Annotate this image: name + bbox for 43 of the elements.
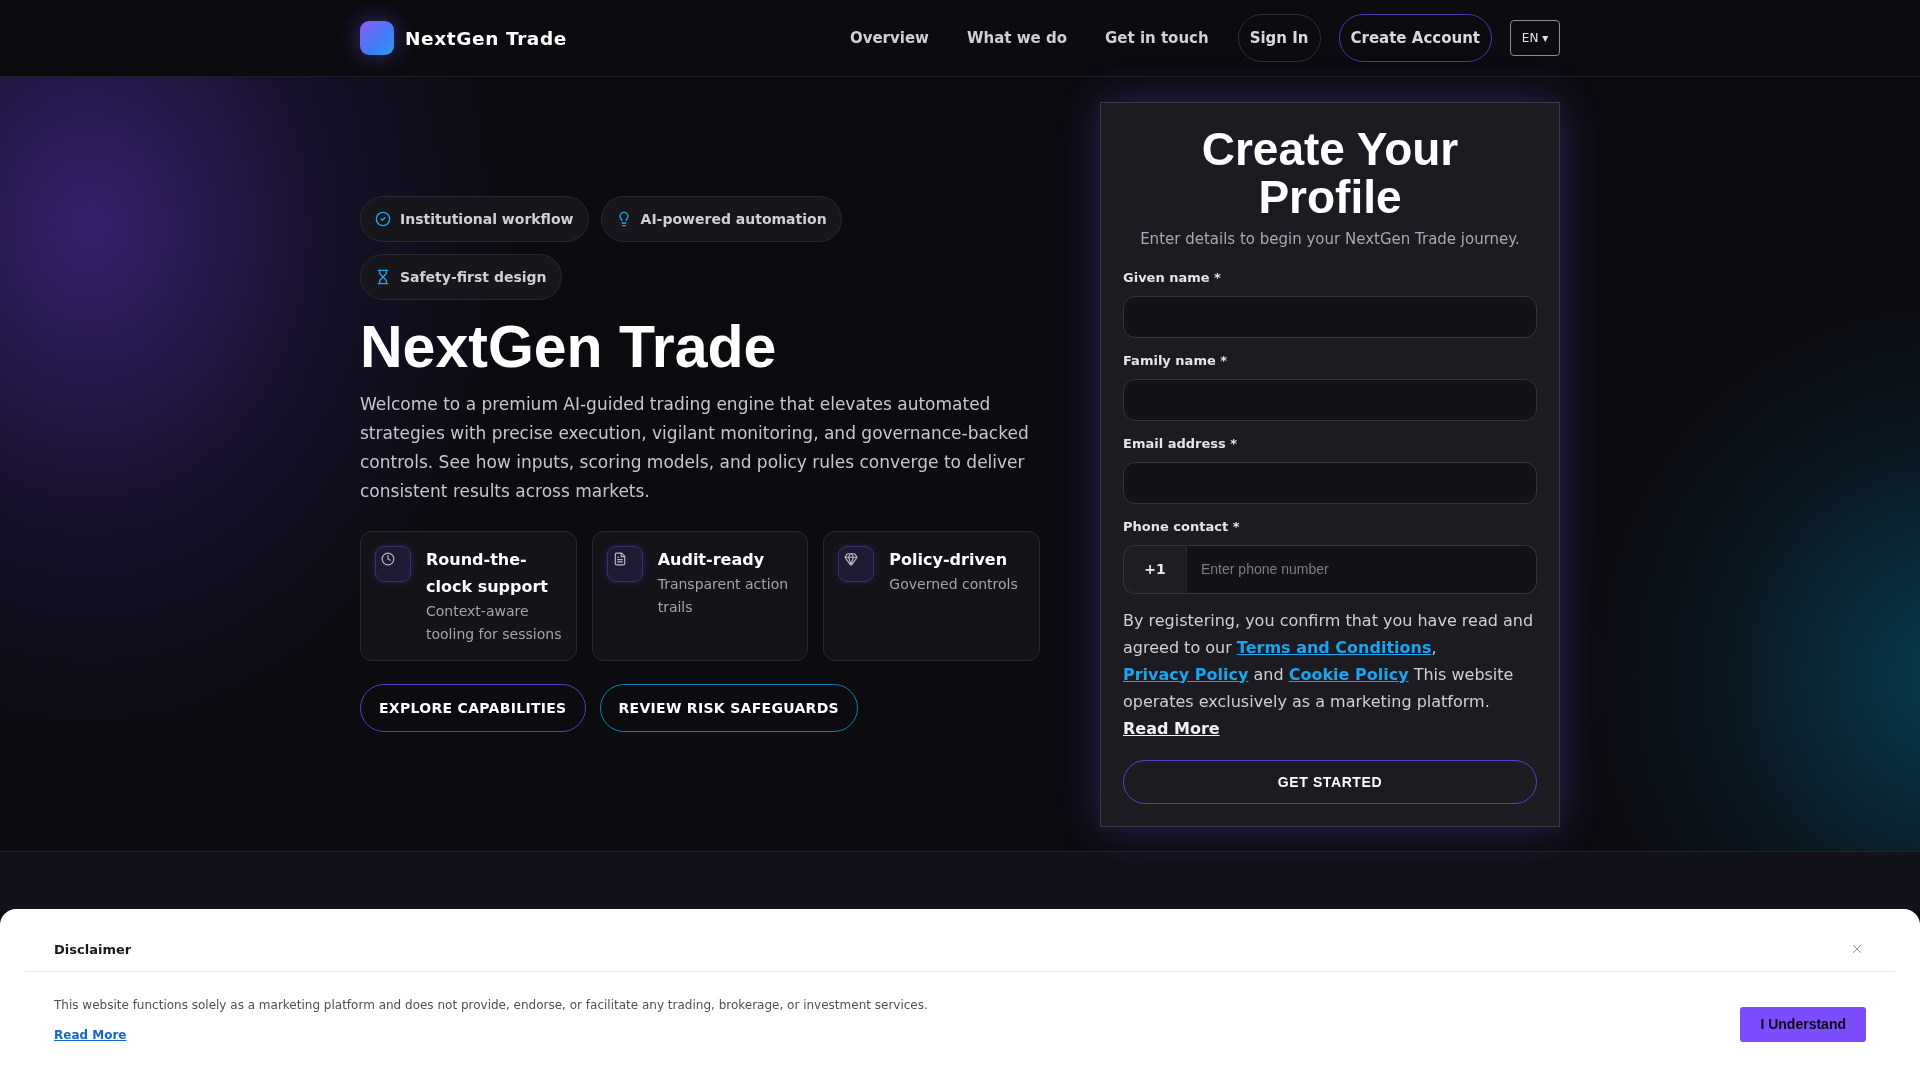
close-icon: [1850, 942, 1864, 956]
logo-icon: [360, 21, 394, 55]
brand-name: NextGen Trade: [405, 27, 567, 49]
field-label: Phone contact *: [1123, 517, 1241, 536]
hero-description: Welcome to a premium AI-guided trading engine that elevates automated strategies with precise execution, vigilant monitoring, and governance-backed controls. See how inputs, scoring models, and policy rules converge to deliver consistent results across markets.: [360, 393, 1030, 503]
nav-link[interactable]: Overview: [849, 29, 929, 47]
feature-title: Policy-driven: [889, 549, 1009, 571]
policy-link[interactable]: Privacy Policy: [1123, 664, 1249, 684]
badge-label: AI-powered automation: [640, 211, 827, 227]
nav-link[interactable]: Get in touch: [1105, 29, 1209, 47]
gem-icon: [838, 546, 875, 582]
understand-button[interactable]: I Understand: [1740, 1006, 1866, 1042]
feature-title: Audit-ready: [657, 549, 766, 571]
country-code: +1: [1123, 544, 1187, 594]
check-circle-icon: [375, 211, 391, 227]
hourglass-icon: [375, 269, 391, 285]
badge-label: Institutional workflow: [400, 211, 574, 227]
input-field[interactable]: [1123, 295, 1537, 338]
read-more-link[interactable]: Read More: [54, 1028, 127, 1042]
form-subtitle: Enter details to begin your NextGen Trade journey.: [1139, 228, 1521, 250]
disclaimer-text: This website functions solely as a marketing platform and does not provide, endorse, or facilitate any trading, brokerage, or investment services.: [54, 998, 928, 1012]
form-title: Create Your Profile: [1200, 124, 1460, 221]
hero-title: NextGen Trade: [360, 313, 778, 382]
badge-label: Safety-first design: [400, 269, 547, 285]
phone-input[interactable]: Enter phone number: [1187, 544, 1537, 594]
nav-link[interactable]: What we do: [966, 29, 1067, 47]
input-field[interactable]: [1123, 378, 1537, 421]
field-label: Family name *: [1123, 351, 1229, 370]
feature-description: Transparent action trails: [657, 575, 790, 617]
feature-title: Round-the-clock support: [426, 549, 549, 598]
clock-icon: [375, 546, 411, 582]
input-field[interactable]: [1123, 461, 1537, 504]
consent-text: By registering, you confirm that you have read and agreed to our Terms and Conditions, Privacy Policy and Cookie Policy This website operates exclusively as a marketing platform. Read More: [1123, 609, 1535, 740]
language-button[interactable]: EN ▾: [1510, 20, 1560, 56]
feature-description: Context-aware tooling for sessions: [426, 602, 562, 644]
field-label: Email address *: [1123, 434, 1239, 453]
document-icon: [606, 546, 643, 582]
feature-description: Governed controls: [889, 575, 1018, 594]
field-label: Given name *: [1123, 268, 1222, 287]
policy-link[interactable]: Terms and Conditions: [1236, 637, 1432, 657]
policy-link[interactable]: Cookie Policy: [1288, 664, 1409, 684]
disclaimer-title: Disclaimer: [54, 941, 132, 957]
read-more-link[interactable]: Read More: [1123, 718, 1220, 738]
